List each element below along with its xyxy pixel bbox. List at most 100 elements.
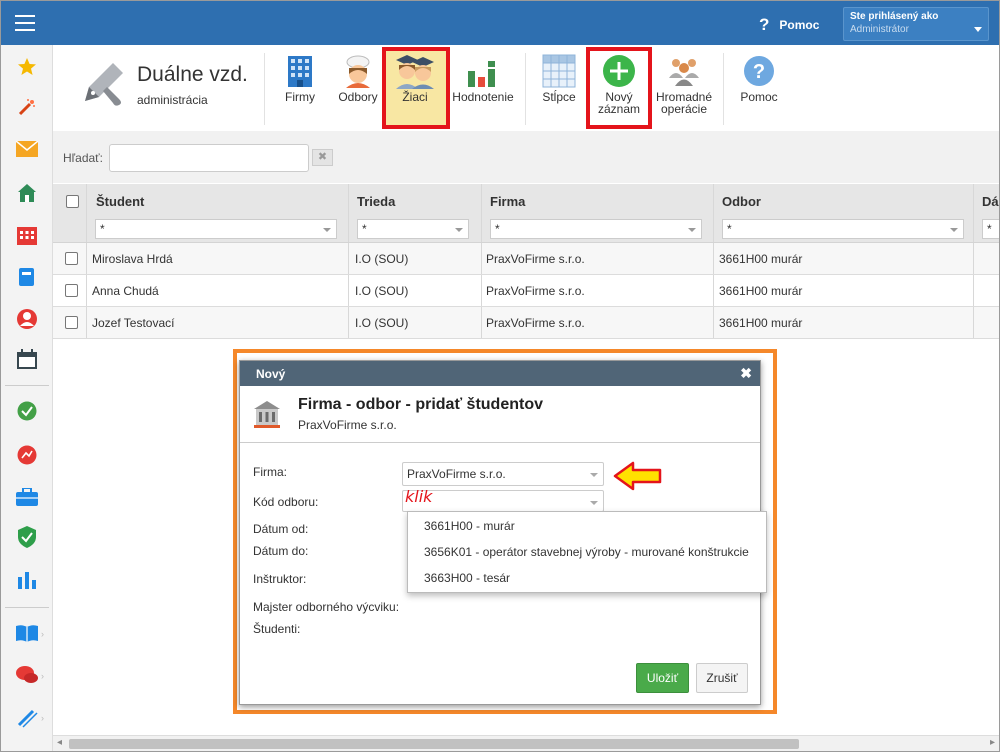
open-book-icon[interactable] <box>15 621 39 645</box>
arrow-left-icon <box>613 461 663 494</box>
table-row[interactable]: Anna Chudá I.O (SOU) PraxVoFirme s.r.o. … <box>53 275 999 307</box>
home-icon[interactable] <box>15 181 39 205</box>
save-button[interactable]: Uložiť <box>636 663 689 693</box>
table-row[interactable]: Miroslava Hrdá I.O (SOU) PraxVoFirme s.r… <box>53 243 999 275</box>
user-menu[interactable]: Ste prihlásený ako Administrátor <box>843 7 989 41</box>
user-role: Administrátor <box>850 24 909 35</box>
building-icon <box>252 399 282 432</box>
pen-icon[interactable] <box>15 705 39 729</box>
menu-icon[interactable] <box>15 15 35 31</box>
chevron-down-icon <box>323 228 331 232</box>
clear-search-button[interactable]: ✖ <box>312 149 333 166</box>
cell-student: Anna Chudá <box>92 284 159 298</box>
col-odbor[interactable]: Odbor <box>722 194 761 209</box>
columns-icon <box>537 51 581 91</box>
chevron-right-icon: › <box>41 713 44 723</box>
scroll-left-icon[interactable]: ◂ <box>57 737 62 748</box>
studenti-label: Študenti: <box>253 622 301 636</box>
odbory-button[interactable]: Odbory <box>335 51 381 125</box>
check-icon[interactable] <box>15 399 39 423</box>
chevron-down-icon <box>455 228 463 232</box>
cell-firma: PraxVoFirme s.r.o. <box>486 252 585 266</box>
wand-icon[interactable] <box>15 95 39 119</box>
shield-icon[interactable] <box>15 525 39 549</box>
filter-da[interactable]: * <box>982 219 999 239</box>
ribbon-toolbar: Duálne vzd. administrácia Firmy Odbory Ž… <box>53 45 999 131</box>
dropdown-option[interactable]: 3663H00 - tesár <box>424 571 510 585</box>
sidebar: › › › <box>1 45 53 751</box>
filter-firma[interactable]: * <box>490 219 702 239</box>
stlpce-label: Stĺpce <box>542 90 576 104</box>
help-link[interactable]: ? Pomoc <box>759 15 819 35</box>
top-bar: ? Pomoc Ste prihlásený ako Administrátor <box>1 1 999 45</box>
instruktor-label: Inštruktor: <box>253 572 307 586</box>
row-checkbox[interactable] <box>65 284 78 297</box>
help-label: Pomoc <box>779 18 820 32</box>
cell-trieda: I.O (SOU) <box>355 252 409 266</box>
filter-odbor[interactable]: * <box>722 219 964 239</box>
calendar-icon[interactable] <box>15 347 39 371</box>
highlight-novy-zaznam <box>586 47 652 129</box>
kod-odboru-label: Kód odboru: <box>253 495 319 509</box>
firmy-label: Firmy <box>285 90 315 104</box>
filter-student-value: * <box>100 222 105 236</box>
firma-select-value: PraxVoFirme s.r.o. <box>407 467 506 481</box>
calendar-grid-icon[interactable] <box>15 223 39 247</box>
mail-icon[interactable] <box>15 137 39 161</box>
user-icon[interactable] <box>15 307 39 331</box>
table-row[interactable]: Jozef Testovací I.O (SOU) PraxVoFirme s.… <box>53 307 999 339</box>
search-input[interactable] <box>109 144 309 172</box>
filter-firma-value: * <box>495 222 500 236</box>
row-checkbox[interactable] <box>65 316 78 329</box>
filter-da-value: * <box>987 222 992 236</box>
scroll-right-icon[interactable]: ▸ <box>990 737 995 748</box>
ribbon-divider <box>264 53 265 125</box>
firma-select[interactable]: PraxVoFirme s.r.o. <box>402 462 604 486</box>
hromadne-operacie-button[interactable]: Hromadné operácie <box>653 51 715 125</box>
filter-student[interactable]: * <box>95 219 337 239</box>
filter-trieda[interactable]: * <box>357 219 469 239</box>
row-checkbox[interactable] <box>65 252 78 265</box>
scrollbar-thumb[interactable] <box>69 739 799 749</box>
close-icon[interactable]: ✖ <box>740 365 752 382</box>
chevron-down-icon <box>950 228 958 232</box>
question-icon: ? <box>759 15 770 34</box>
chat-icon[interactable] <box>15 663 39 687</box>
col-firma[interactable]: Firma <box>490 194 525 209</box>
dropdown-option[interactable]: 3656K01 - operátor stavebnej výroby - mu… <box>424 545 749 559</box>
book-icon[interactable] <box>15 265 39 289</box>
user-line1: Ste prihlásený ako <box>850 11 939 22</box>
hromadne-label-2: operácie <box>660 102 708 116</box>
filter-trieda-value: * <box>362 222 367 236</box>
svg-text:?: ? <box>753 61 765 83</box>
col-da[interactable]: Dá <box>982 194 999 209</box>
briefcase-icon[interactable] <box>15 485 39 509</box>
pomoc-button[interactable]: ? Pomoc <box>737 51 781 125</box>
firmy-button[interactable]: Firmy <box>279 51 321 125</box>
star-icon[interactable] <box>15 55 39 79</box>
cell-odbor: 3661H00 murár <box>719 316 803 330</box>
table-header: Študent * Trieda * Firma * Odbor * Dá * <box>53 184 999 243</box>
cell-trieda: I.O (SOU) <box>355 316 409 330</box>
cell-odbor: 3661H00 murár <box>719 284 803 298</box>
select-all-checkbox[interactable] <box>66 195 79 208</box>
col-trieda[interactable]: Trieda <box>357 194 395 209</box>
sidebar-divider <box>5 607 49 608</box>
majster-label: Majster odborného výcviku: <box>253 600 400 614</box>
highlight-ziaci <box>382 47 450 129</box>
chart-circle-icon[interactable] <box>15 443 39 467</box>
search-bar: Hľadať: ✖ <box>53 131 999 183</box>
group-icon <box>653 51 715 91</box>
students-table: Študent * Trieda * Firma * Odbor * Dá * … <box>53 184 999 339</box>
pen-wrench-icon <box>79 57 129 110</box>
cancel-button[interactable]: Zrušiť <box>696 663 748 693</box>
bar-chart-icon <box>450 51 516 91</box>
hodnotenie-button[interactable]: Hodnotenie <box>450 51 516 125</box>
dialog-title: Firma - odbor - pridať študentov <box>298 396 543 413</box>
dropdown-option[interactable]: 3661H00 - murár <box>424 519 515 533</box>
chef-icon <box>335 51 381 91</box>
horizontal-scrollbar[interactable]: ◂ ▸ <box>53 735 999 751</box>
stlpce-button[interactable]: Stĺpce <box>537 51 581 125</box>
col-student[interactable]: Študent <box>96 194 144 209</box>
bar-chart-icon[interactable] <box>15 567 39 591</box>
